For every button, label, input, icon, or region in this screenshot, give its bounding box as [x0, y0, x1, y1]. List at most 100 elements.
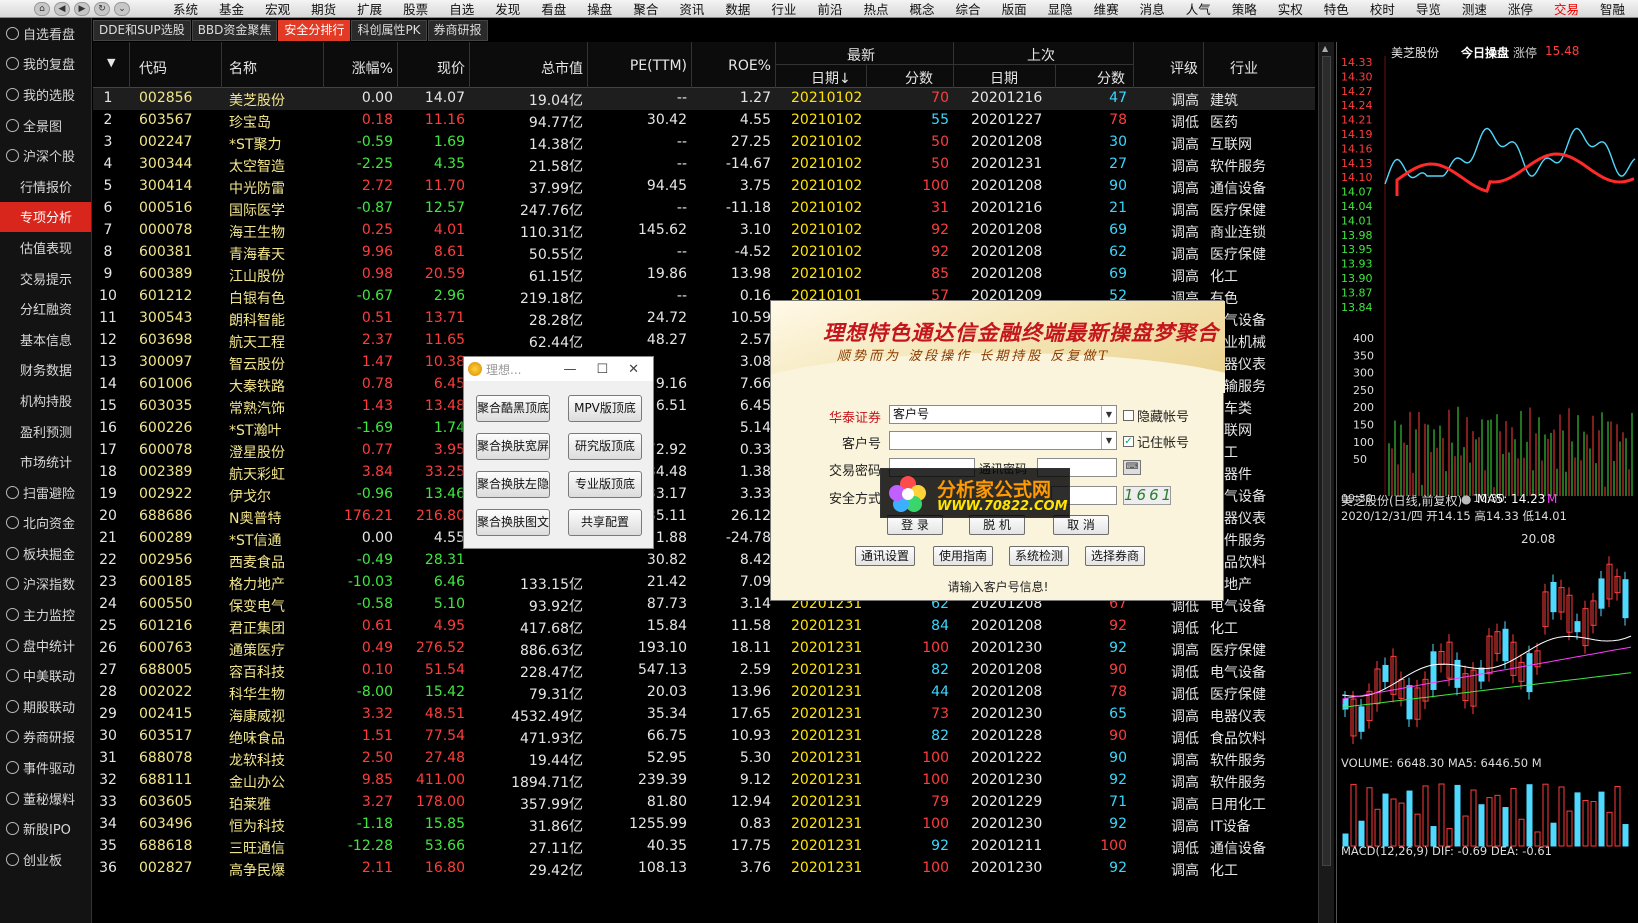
check-icon[interactable]: ● [1461, 492, 1471, 506]
header-roe[interactable]: ROE% [699, 58, 771, 74]
offline-button[interactable]: 脱 机 [969, 515, 1025, 535]
volume-chart[interactable] [1337, 772, 1638, 852]
menu-item[interactable]: 股票 [400, 0, 431, 18]
sidebar-item[interactable]: 我的选股 [0, 79, 91, 110]
sidebar-item[interactable]: 券商研报 [0, 722, 91, 753]
skin-option-button[interactable]: 聚合换肤左隐 [476, 471, 550, 498]
login-button[interactable]: 登 录 [887, 515, 943, 535]
menu-item[interactable]: 看盘 [538, 0, 569, 18]
menu-item[interactable]: 操盘 [584, 0, 615, 18]
menu-item[interactable]: 人气 [1183, 0, 1214, 18]
header-rating[interactable]: 评级 [1170, 58, 1198, 78]
table-row[interactable]: 29 002415 海康威视 3.32 48.51 4532.49亿 35.34 17.65 2… [93, 704, 1315, 726]
menu-item[interactable]: 行业 [768, 0, 799, 18]
menu-item[interactable]: 热点 [860, 0, 891, 18]
table-row[interactable]: 6 000516 国际医学 -0.87 12.57 247.76亿 -- -11.18 2021… [93, 198, 1315, 220]
menu-item[interactable]: 测速 [1459, 0, 1490, 18]
captcha-image[interactable]: 1661 [1123, 486, 1171, 505]
header-industry[interactable]: 行业 [1230, 58, 1258, 78]
chevron-down-icon[interactable]: ▼ [1101, 432, 1116, 449]
table-row[interactable]: 36 002827 高争民爆 2.11 16.80 29.42亿 108.13 3.76 202… [93, 858, 1315, 880]
sub-tab[interactable]: 券商研报 [427, 20, 488, 41]
sidebar-item[interactable]: 期股联动 [0, 691, 91, 722]
sidebar-item[interactable]: 板块掘金 [0, 538, 91, 569]
table-row[interactable]: 3 002247 *ST聚力 -0.59 1.69 14.38亿 -- 27.25 202101… [93, 132, 1315, 154]
select-broker-button[interactable]: 选择券商 [1085, 546, 1145, 566]
menu-item[interactable]: 实权 [1275, 0, 1306, 18]
home-icon[interactable]: ⌂ [34, 1, 50, 16]
table-scrollbar[interactable]: ▲ [1318, 42, 1334, 923]
menu-item[interactable]: 基金 [216, 0, 247, 18]
sidebar-item[interactable]: 自选看盘 [0, 18, 91, 49]
sidebar-item[interactable]: 盘中统计 [0, 630, 91, 661]
header-price[interactable]: 现价 [399, 58, 465, 78]
sidebar-item[interactable]: 机构持股 [0, 385, 91, 416]
minimize-icon[interactable]: — [563, 362, 576, 377]
sidebar-item[interactable]: 分红融资 [0, 293, 91, 324]
forward-icon[interactable]: ▶ [74, 1, 90, 16]
menu-item[interactable]: 扩展 [354, 0, 385, 18]
menu-item[interactable]: 综合 [953, 0, 984, 18]
menu-item[interactable]: 系统 [170, 0, 201, 18]
back-icon[interactable]: ◀ [54, 1, 70, 16]
cancel-button[interactable]: 取 消 [1053, 515, 1109, 535]
sidebar-item[interactable]: 沪深个股 [0, 140, 91, 171]
menu-item[interactable]: 校时 [1367, 0, 1398, 18]
sidebar-item[interactable]: 创业板 [0, 844, 91, 875]
sidebar-item[interactable]: 主力监控 [0, 599, 91, 630]
sidebar-item[interactable]: 全景图 [0, 110, 91, 141]
table-row[interactable]: 26 600763 通策医疗 0.49 276.52 886.63亿 193.10 18.11… [93, 638, 1315, 660]
menu-item[interactable]: 交易 [1551, 0, 1582, 18]
table-row[interactable]: 32 688111 金山办公 9.85 411.00 1894.71亿 239.39 9.12… [93, 770, 1315, 792]
menu-item[interactable]: 聚合 [630, 0, 661, 18]
sidebar-item[interactable]: 新股IPO [0, 813, 91, 844]
sub-tab[interactable]: 科创属性PK [351, 20, 427, 41]
sort-menu-icon[interactable]: ▼ [107, 56, 115, 69]
sidebar-item[interactable]: 专项分析 [0, 201, 91, 233]
skin-option-button[interactable]: 聚合换肤宽屏 [476, 433, 550, 460]
comm-settings-button[interactable]: 通讯设置 [855, 546, 915, 566]
sidebar-item[interactable]: 交易提示 [0, 263, 91, 294]
skin-option-button[interactable]: 研究版顶底 [568, 433, 642, 460]
table-row[interactable]: 28 002022 科华生物 -8.00 15.42 79.31亿 20.03 13.96 20… [93, 682, 1315, 704]
table-row[interactable]: 2 603567 珍宝岛 0.18 11.16 94.77亿 30.42 4.55 202101… [93, 110, 1315, 132]
sub-tab[interactable]: DDE和SUP选股 [93, 20, 191, 41]
table-row[interactable]: 33 603605 珀莱雅 3.27 178.00 357.99亿 81.80 12.94 20… [93, 792, 1315, 814]
sidebar-item[interactable]: 北向资金 [0, 508, 91, 539]
sidebar-item[interactable]: 沪深指数 [0, 569, 91, 600]
scrollbar-thumb[interactable] [1322, 56, 1331, 866]
menu-item[interactable]: 版面 [999, 0, 1030, 18]
header-prev-score[interactable]: 分数 [1097, 68, 1125, 88]
menu-item[interactable]: 特色 [1321, 0, 1352, 18]
header-latest-date[interactable]: 日期↓ [811, 68, 851, 88]
menu-item[interactable]: 自选 [446, 0, 477, 18]
sidebar-item[interactable]: 我的复盘 [0, 49, 91, 80]
menu-item[interactable]: 宏观 [262, 0, 293, 18]
skin-dialog-titlebar[interactable]: 理想... — ☐ ✕ [464, 357, 653, 381]
table-row[interactable]: 30 603517 绝味食品 1.51 77.54 471.93亿 66.75 10.93 20… [93, 726, 1315, 748]
header-prev-date[interactable]: 日期 [990, 68, 1018, 88]
sub-tab[interactable]: 安全分排行 [278, 20, 351, 41]
table-row[interactable]: 1 002856 美芝股份 0.00 14.07 19.04亿 -- 1.27 20210102… [93, 88, 1315, 110]
table-row[interactable]: 7 000078 海王生物 0.25 4.01 110.31亿 145.62 3.10 2021… [93, 220, 1315, 242]
table-row[interactable]: 27 688005 容百科技 0.10 51.54 228.47亿 547.13 2.59 20… [93, 660, 1315, 682]
skin-option-button[interactable]: 专业版顶底 [568, 471, 642, 498]
hide-account-checkbox[interactable]: 隐藏帐号 [1123, 406, 1189, 425]
sidebar-item[interactable]: 盈利预测 [0, 416, 91, 447]
menu-item[interactable]: 涨停 [1505, 0, 1536, 18]
kline-chart[interactable] [1337, 524, 1638, 754]
sidebar-item[interactable]: 财务数据 [0, 355, 91, 386]
skin-option-button[interactable]: 聚合酷黑顶底 [476, 395, 550, 422]
skin-option-button[interactable]: MPV版顶底 [568, 395, 642, 422]
skin-option-button[interactable]: 聚合换肤图文 [476, 509, 550, 536]
remember-account-checkbox[interactable]: ✓ 记住帐号 [1123, 432, 1189, 451]
table-row[interactable]: 31 688078 龙软科技 2.50 27.48 19.44亿 52.95 5.30 2020… [93, 748, 1315, 770]
table-row[interactable]: 9 600389 江山股份 0.98 20.59 61.15亿 19.86 13.98 2021… [93, 264, 1315, 286]
menu-item[interactable]: 消息 [1137, 0, 1168, 18]
menu-item[interactable]: 导览 [1413, 0, 1444, 18]
dropdown-icon[interactable]: ⌄ [114, 1, 130, 16]
sub-tab[interactable]: BBD资金聚焦 [191, 20, 278, 41]
system-check-button[interactable]: 系统检测 [1009, 546, 1069, 566]
sidebar-item[interactable]: 扫雷避险 [0, 477, 91, 508]
header-change[interactable]: 涨幅% [325, 58, 393, 78]
